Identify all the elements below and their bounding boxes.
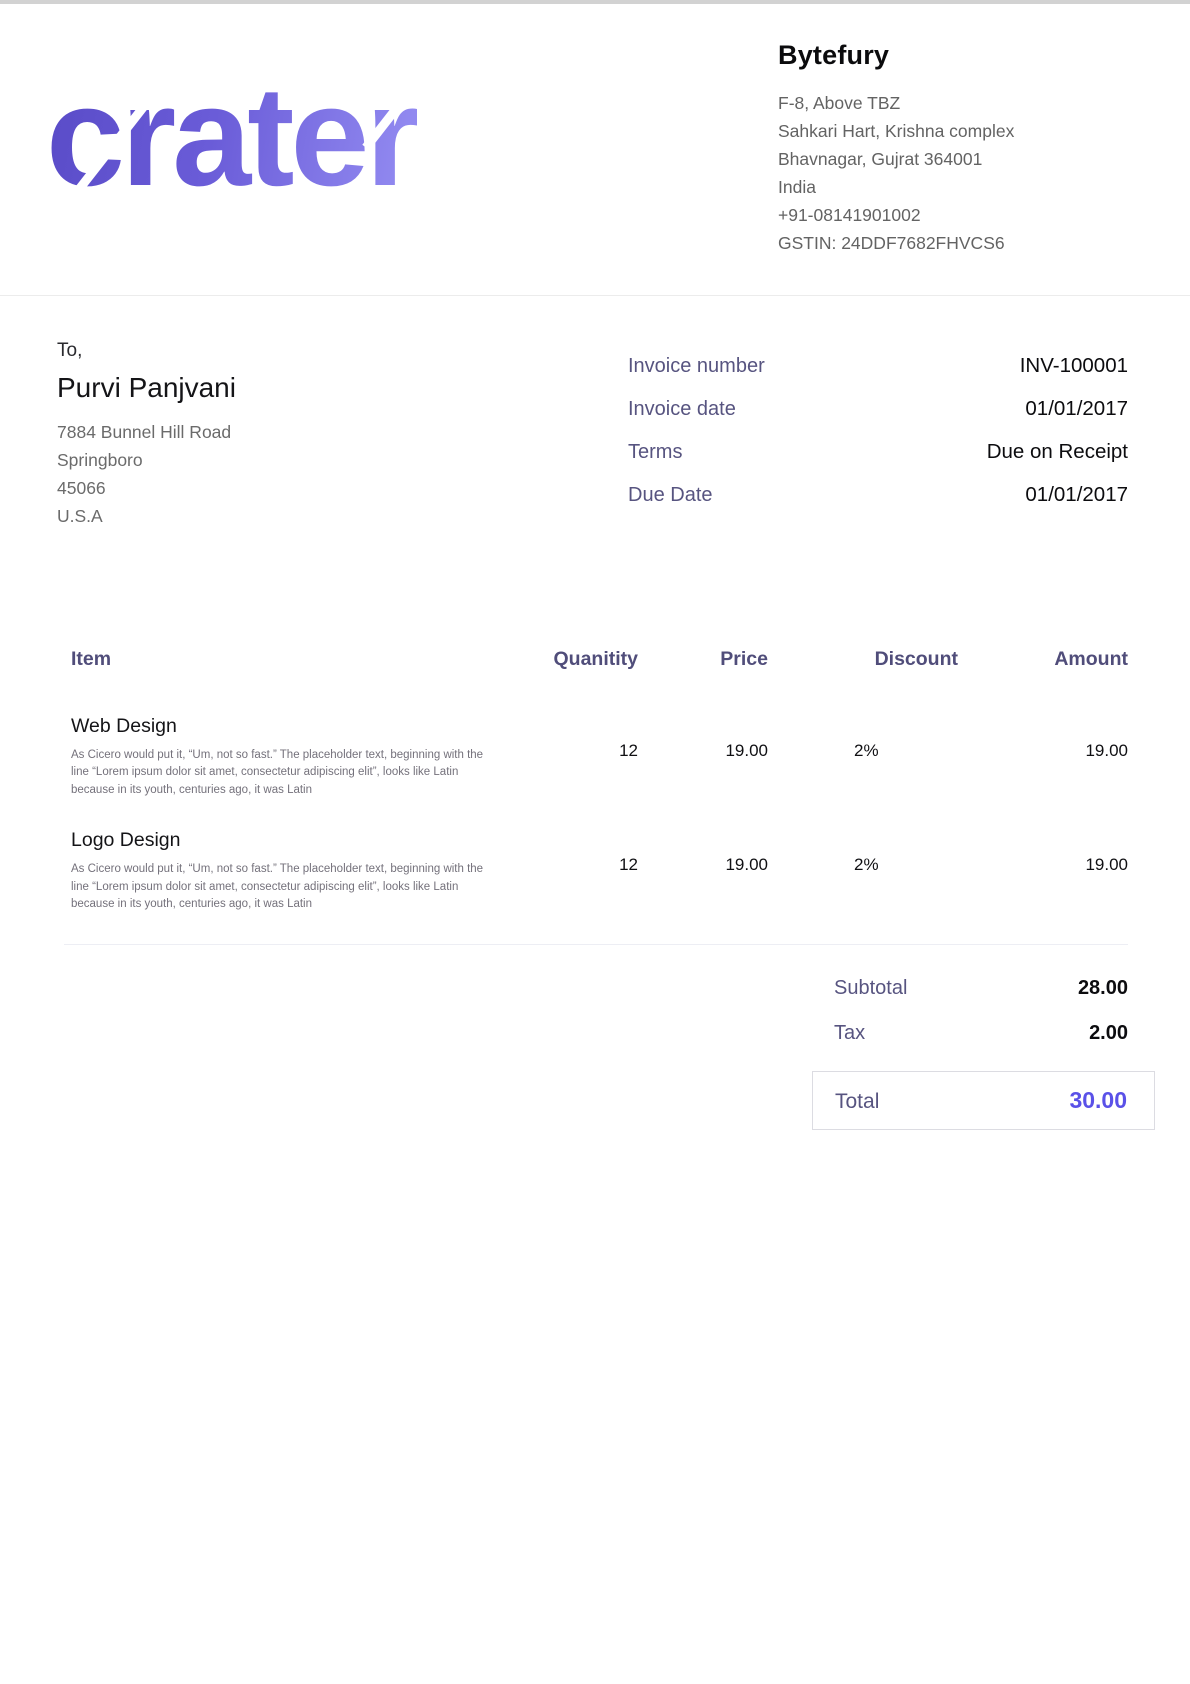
subtotal-row: Subtotal 28.00 [728,977,1128,1000]
company-address-line: Bhavnagar, Gujrat 364001 [778,145,1126,173]
company-address-line: F-8, Above TBZ [778,89,1126,117]
crater-logo: crater [46,70,417,205]
item-price: 19.00 [638,715,768,799]
company-name: Bytefury [778,40,1126,71]
invoice-date-row: Invoice date 01/01/2017 [628,397,1128,421]
invoice-page: { "header": { "logo_text": "crater", "co… [0,0,1190,1684]
terms-label: Terms [628,441,682,464]
item-price: 19.00 [638,829,768,913]
item-quantity: 12 [500,829,638,913]
bill-to-prefix: To, [57,340,236,362]
invoice-number-row: Invoice number INV-100001 [628,354,1128,378]
item-discount: 2% [768,715,958,799]
tax-label: Tax [834,1022,865,1045]
items-table-header-row: Item Quanitity Price Discount Amount [64,648,1128,671]
table-bottom-divider [64,944,1128,945]
bill-to-address-line: U.S.A [57,502,236,530]
tax-row: Tax 2.00 [728,1022,1128,1045]
billing-and-meta-section: To, Purvi Panjvani 7884 Bunnel Hill Road… [0,296,1190,530]
company-gstin: GSTIN: 24DDF7682FHVCS6 [778,229,1126,257]
items-table: Item Quanitity Price Discount Amount Web… [0,648,1190,945]
subtotal-value: 28.00 [1078,977,1128,1000]
item-quantity: 12 [500,715,638,799]
terms-value: Due on Receipt [987,440,1128,464]
item-name: Logo Design [71,829,500,852]
grand-total-box: Total 30.00 [812,1071,1155,1130]
item-description: As Cicero would put it, “Um, not so fast… [71,861,491,913]
tax-value: 2.00 [1089,1022,1128,1045]
amount-column-header: Amount [958,648,1128,671]
company-phone: +91-08141901002 [778,201,1126,229]
company-address-line: India [778,173,1126,201]
discount-column-header: Discount [768,648,958,671]
invoice-date-label: Invoice date [628,398,736,421]
item-amount: 19.00 [958,715,1128,799]
item-description: As Cicero would put it, “Um, not so fast… [71,747,491,799]
crater-wordmark: crater [46,70,417,205]
table-row: Web Design As Cicero would put it, “Um, … [64,715,1128,799]
item-details: Web Design As Cicero would put it, “Um, … [64,715,500,799]
due-date-value: 01/01/2017 [1025,483,1128,507]
due-date-row: Due Date 01/01/2017 [628,483,1128,507]
grand-total-label: Total [835,1090,879,1114]
totals-section: Subtotal 28.00 Tax 2.00 Total 30.00 [0,977,1190,1130]
bill-to-address-line: 7884 Bunnel Hill Road [57,418,236,446]
item-details: Logo Design As Cicero would put it, “Um,… [64,829,500,913]
bill-to-block: To, Purvi Panjvani 7884 Bunnel Hill Road… [57,340,236,530]
price-column-header: Price [638,648,768,671]
company-address-line: Sahkari Hart, Krishna complex [778,117,1126,145]
company-info: Bytefury F-8, Above TBZ Sahkari Hart, Kr… [778,30,1126,257]
invoice-meta-block: Invoice number INV-100001 Invoice date 0… [628,354,1128,530]
item-discount: 2% [768,829,958,913]
item-column-header: Item [64,648,500,671]
bill-to-address-line: 45066 [57,474,236,502]
terms-row: Terms Due on Receipt [628,440,1128,464]
bill-to-name: Purvi Panjvani [57,372,236,404]
bill-to-address-line: Springboro [57,446,236,474]
invoice-number-label: Invoice number [628,355,765,378]
invoice-header: crater Bytefury F-8, Above TBZ Sahkari H… [0,4,1190,296]
grand-total-value: 30.00 [1069,1087,1127,1114]
quantity-column-header: Quanitity [500,648,638,671]
table-row: Logo Design As Cicero would put it, “Um,… [64,829,1128,913]
invoice-number-value: INV-100001 [1020,354,1128,378]
subtotal-label: Subtotal [834,977,907,1000]
due-date-label: Due Date [628,484,713,507]
invoice-date-value: 01/01/2017 [1025,397,1128,421]
item-name: Web Design [71,715,500,738]
item-amount: 19.00 [958,829,1128,913]
